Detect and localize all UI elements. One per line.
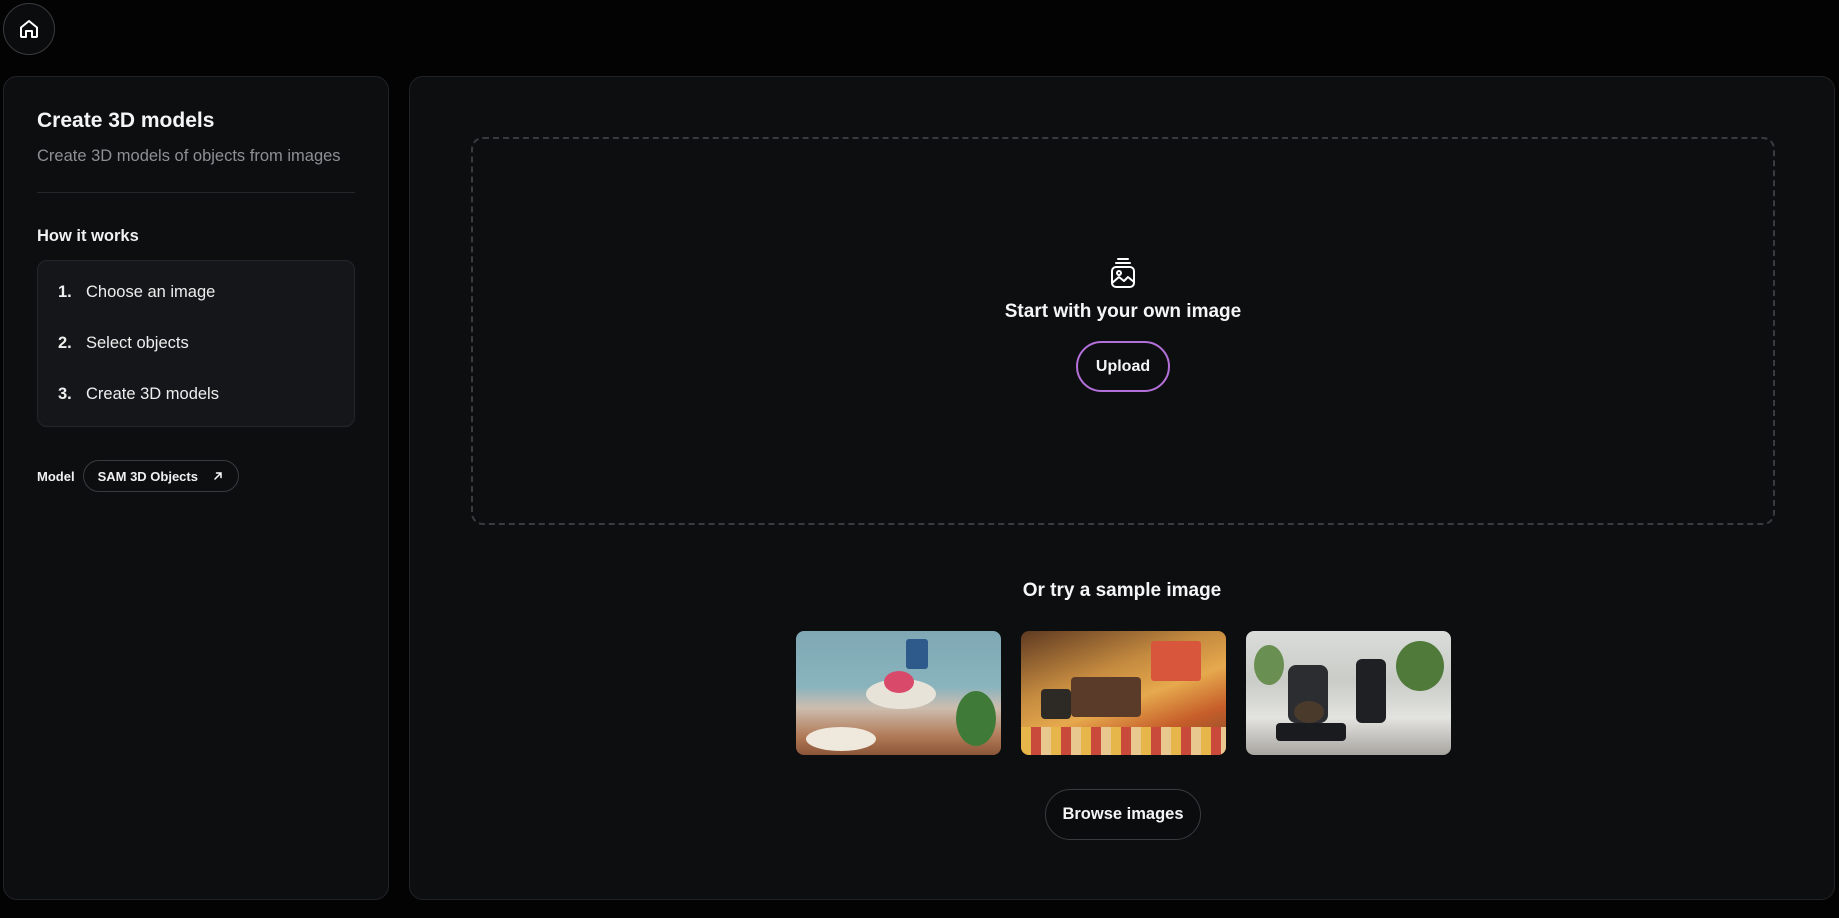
model-row: Model SAM 3D Objects — [37, 460, 355, 492]
model-label: Model — [37, 468, 75, 484]
sidebar: Create 3D models Create 3D models of obj… — [3, 76, 389, 900]
step-number: 1. — [58, 283, 72, 301]
start-heading: Start with your own image — [1004, 301, 1242, 322]
step-item: 3. Create 3D models — [58, 369, 334, 420]
upload-dropzone[interactable]: Start with your own image Upload — [471, 137, 1775, 525]
image-icon — [1111, 258, 1135, 288]
sample-images — [796, 631, 1451, 755]
home-icon — [20, 20, 38, 38]
step-label: Select objects — [86, 334, 189, 352]
step-label: Choose an image — [86, 283, 216, 301]
model-link-chip[interactable]: SAM 3D Objects — [82, 460, 239, 492]
sample-image-coffee[interactable] — [1246, 631, 1451, 755]
home-button[interactable] — [3, 3, 55, 55]
step-item: 2. Select objects — [58, 318, 334, 369]
model-chip-label: SAM 3D Objects — [97, 468, 198, 484]
main-panel: Start with your own image Upload Or try … — [409, 76, 1835, 900]
sidebar-subtitle: Create 3D models of objects from images — [37, 147, 341, 165]
step-label: Create 3D models — [86, 385, 219, 403]
upload-button[interactable]: Upload — [1076, 341, 1170, 392]
divider — [37, 192, 355, 193]
sample-image-desk[interactable] — [1021, 631, 1226, 755]
step-number: 2. — [58, 334, 72, 352]
sidebar-title: Create 3D models — [37, 109, 215, 132]
sample-heading: Or try a sample image — [1022, 580, 1222, 601]
step-number: 3. — [58, 385, 72, 403]
step-item: 1. Choose an image — [58, 267, 334, 318]
browse-images-button[interactable]: Browse images — [1045, 789, 1201, 840]
arrow-up-right-icon — [214, 472, 222, 480]
sample-image-living-room[interactable] — [796, 631, 1001, 755]
how-it-works-heading: How it works — [37, 227, 139, 245]
steps-list: 1. Choose an image 2. Select objects 3. … — [37, 260, 355, 427]
